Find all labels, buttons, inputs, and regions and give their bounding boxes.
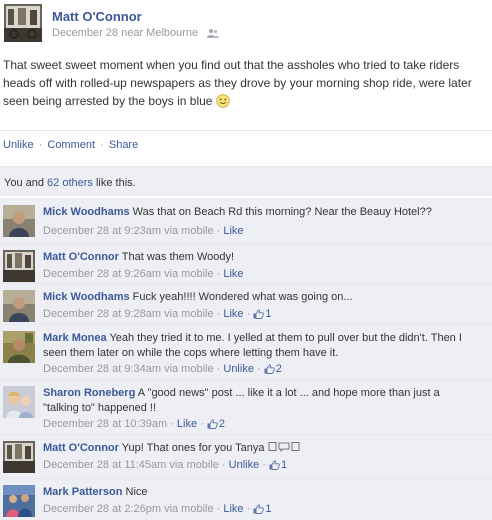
comment-meta: December 28 at 9:26am via mobile · Like (43, 268, 244, 280)
thumbs-up-icon (253, 504, 265, 517)
comment-item: Matt O'Connor That was them Woody! Decem… (0, 243, 492, 283)
comment-like-count[interactable]: 2 (207, 418, 225, 430)
comment-meta: December 28 at 2:26pm via mobile · Like … (43, 503, 272, 515)
divider (0, 130, 492, 131)
commenter-name[interactable]: Mick Woodhams (43, 291, 130, 303)
unlike-link[interactable]: Unlike (3, 139, 34, 151)
comment-timestamp[interactable]: December 28 at 9:26am via mobile (43, 268, 214, 280)
like-count-value: 1 (265, 503, 272, 515)
comment-text: Yup! That ones for you Tanya (121, 442, 265, 454)
comment-text: Was that on Beach Rd this morning? Near … (132, 206, 432, 218)
likes-summary: You and 62 others like this. (0, 166, 492, 196)
comment-item: Mick Woodhams Fuck yeah!!!! Wondered wha… (0, 283, 492, 324)
comment-item: Sharon Roneberg A "good news" post ... l… (0, 379, 492, 434)
commenter-name[interactable]: Sharon Roneberg (43, 387, 135, 399)
comment-like-count[interactable]: 1 (253, 308, 271, 320)
commenter-avatar[interactable] (3, 386, 35, 418)
comment-timestamp[interactable]: December 28 at 9:23am via mobile (43, 225, 214, 237)
post-message: That sweet sweet moment when you find ou… (3, 58, 472, 108)
comment-meta: December 28 at 9:28am via mobile · Like … (43, 308, 272, 320)
comment-body: Matt O'Connor Yup! That ones for you Tan… (43, 441, 488, 456)
comment-item: Mark Monea Yeah they tried it to me. I y… (0, 324, 492, 379)
comment-body: Sharon Roneberg A "good news" post ... l… (43, 386, 463, 416)
likes-others-link[interactable]: 62 others (47, 177, 93, 189)
comment-timestamp[interactable]: December 28 at 9:28am via mobile (43, 308, 214, 320)
commenter-avatar[interactable] (3, 441, 35, 473)
thumbs-up-icon (269, 460, 280, 473)
comment-item: Mark Patterson Nice December 28 at 2:26p… (0, 478, 492, 520)
like-count-value: 2 (218, 418, 226, 430)
likes-text: You and 62 others like this. (4, 177, 136, 189)
comment-body: Mick Woodhams Fuck yeah!!!! Wondered wha… (43, 290, 488, 305)
action-separator: · (38, 139, 43, 151)
comment-meta: December 28 at 9:23am via mobile · Like (43, 225, 244, 237)
like-count-value: 2 (275, 363, 282, 375)
comment-meta: December 28 at 10:39am · Like · 2 (43, 418, 226, 430)
comment-text: Fuck yeah!!!! Wondered what was going on… (132, 291, 353, 303)
friends-audience-icon[interactable] (207, 28, 220, 41)
comment-text: Nice (125, 486, 148, 498)
comment-link[interactable]: Comment (47, 139, 95, 151)
comment-body: Mick Woodhams Was that on Beach Rd this … (43, 205, 488, 220)
comment-text: That was them Woody! (121, 251, 235, 263)
post-timestamp[interactable]: December 28 near Melbourne (52, 27, 198, 39)
action-separator: · (100, 139, 104, 151)
author-avatar[interactable] (4, 4, 42, 42)
commenter-name[interactable]: Mark Monea (43, 332, 107, 344)
likes-suffix: like this. (92, 177, 136, 189)
likes-prefix: You and (4, 177, 48, 189)
comment-like-count[interactable]: 2 (264, 363, 282, 375)
thumbs-up-icon (253, 309, 265, 322)
comment-like-count[interactable]: 1 (269, 459, 287, 471)
smiley-emoticon-icon (216, 94, 230, 113)
comment-like-link[interactable]: Like (223, 308, 243, 320)
comment-timestamp[interactable]: December 28 at 10:39am (43, 418, 167, 430)
share-link[interactable]: Share (109, 139, 138, 151)
commenter-name[interactable]: Matt O'Connor (43, 251, 119, 263)
comment-timestamp[interactable]: December 28 at 9:34am via mobile (43, 363, 214, 375)
comment-like-count[interactable]: 1 (253, 503, 271, 515)
post-header: Matt O'Connor December 28 near Melbourne (4, 4, 488, 42)
comment-body: Mark Patterson Nice (43, 485, 488, 500)
missing-glyph-icons (268, 442, 308, 454)
post-meta: December 28 near Melbourne (52, 27, 220, 41)
commenter-avatar[interactable] (3, 331, 35, 363)
comment-like-link[interactable]: Like (223, 268, 243, 280)
comment-like-link[interactable]: Like (223, 503, 243, 515)
commenter-name[interactable]: Mark Patterson (43, 486, 122, 498)
comment-like-link[interactable]: Like (223, 225, 243, 237)
comment-like-link[interactable]: Like (177, 418, 197, 430)
comment-meta: December 28 at 11:45am via mobile · Unli… (43, 459, 288, 471)
comment-meta: December 28 at 9:34am via mobile · Unlik… (43, 363, 282, 375)
comment-body: Mark Monea Yeah they tried it to me. I y… (43, 331, 488, 361)
commenter-avatar[interactable] (3, 205, 35, 237)
post-author-name[interactable]: Matt O'Connor (52, 9, 142, 24)
commenter-avatar[interactable] (3, 485, 35, 517)
commenter-name[interactable]: Mick Woodhams (43, 206, 130, 218)
thumbs-up-icon (207, 419, 218, 432)
like-count-value: 1 (265, 308, 272, 320)
post-text: That sweet sweet moment when you find ou… (3, 56, 489, 113)
commenter-name[interactable]: Matt O'Connor (43, 442, 119, 454)
comment-unlike-link[interactable]: Unlike (229, 459, 260, 471)
comment-timestamp[interactable]: December 28 at 2:26pm via mobile (43, 503, 214, 515)
comment-unlike-link[interactable]: Unlike (223, 363, 254, 375)
post-actions: Unlike · Comment · Share (3, 139, 138, 151)
comment-item: Mick Woodhams Was that on Beach Rd this … (0, 198, 492, 243)
comment-body: Matt O'Connor That was them Woody! (43, 250, 488, 265)
commenter-avatar[interactable] (3, 250, 35, 282)
like-count-value: 1 (281, 459, 288, 471)
commenter-avatar[interactable] (3, 290, 35, 322)
comment-item: Matt O'Connor Yup! That ones for you Tan… (0, 434, 492, 478)
comment-timestamp[interactable]: December 28 at 11:45am via mobile (43, 459, 219, 471)
thumbs-up-icon (264, 364, 275, 377)
